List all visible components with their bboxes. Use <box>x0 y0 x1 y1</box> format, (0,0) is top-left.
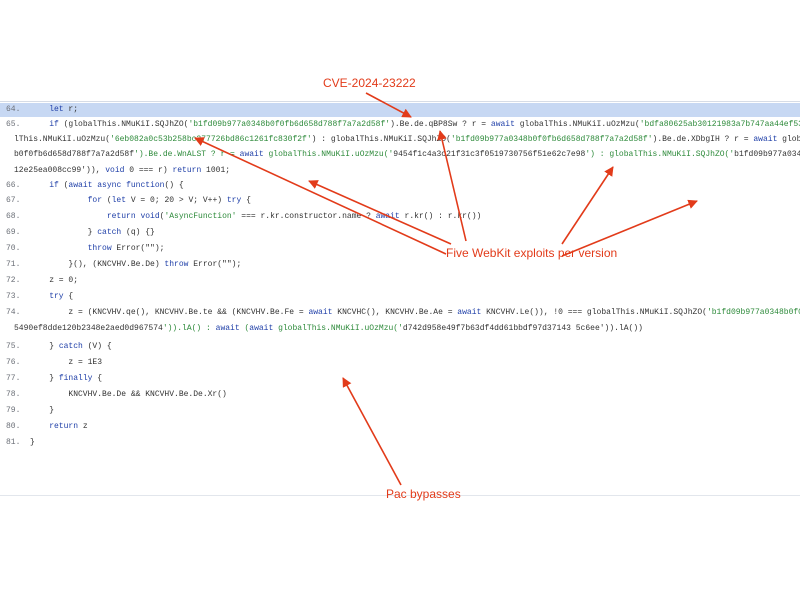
code-text: for (let V = 0; 20 > V; V++) try { <box>87 196 251 205</box>
code-line: 80. return z <box>0 420 800 434</box>
code-text: throw Error(""); <box>87 244 165 253</box>
code-line: 68. return void('AsyncFunction' === r.kr… <box>0 210 800 224</box>
code-viewer: 64. let r; 65. if (globalThis.NMuKiI.SQJh… <box>0 101 800 496</box>
annotation-pac-bypasses: Pac bypasses <box>386 487 461 501</box>
code-text: b0f0fb6d658d788f7a7a2d58f').Be.de.WnALST… <box>14 150 800 159</box>
code-line: 73. try { <box>0 290 800 304</box>
line-number: 73. <box>6 292 21 301</box>
line-number: 76. <box>6 358 21 367</box>
line-number: 74. <box>6 308 21 317</box>
code-text: try { <box>49 292 74 301</box>
line-number: 68. <box>6 212 21 221</box>
line-number: 66. <box>6 181 21 190</box>
code-line: b0f0fb6d658d788f7a7a2d58f').Be.de.WnALST… <box>0 148 800 162</box>
code-text: return z <box>49 422 88 431</box>
code-line: 74. z = (KNCVHV.qe(), KNCVHV.Be.te && (K… <box>0 306 800 320</box>
code-line: 77. } finally { <box>0 372 800 386</box>
code-text: } <box>30 406 55 415</box>
code-text: z = 0; <box>30 276 79 285</box>
line-number: 71. <box>6 260 21 269</box>
code-line: 78. KNCVHV.Be.De && KNCVHV.Be.De.Xr() <box>0 388 800 402</box>
code-line: 72. z = 0; <box>0 274 800 288</box>
code-line: 69. } catch (q) {} <box>0 226 800 240</box>
code-text: let r; <box>49 105 79 114</box>
code-line: 66. if (await async function() { <box>0 179 800 193</box>
code-text: if (await async function() { <box>49 181 184 190</box>
code-line: 81.} <box>0 436 800 450</box>
code-text: 12e25ea008cc99')), void 0 === r) return … <box>14 166 231 175</box>
code-text: z = 1E3 <box>30 358 103 367</box>
line-number: 69. <box>6 228 21 237</box>
code-text: } catch (q) {} <box>30 228 155 237</box>
code-text: KNCVHV.Be.De && KNCVHV.Be.De.Xr() <box>30 390 227 399</box>
line-number: 72. <box>6 276 21 285</box>
code-line: 76. z = 1E3 <box>0 356 800 370</box>
code-text: return void('AsyncFunction' === r.kr.con… <box>106 212 482 221</box>
code-line: 67. for (let V = 0; 20 > V; V++) try { <box>0 194 800 208</box>
code-line: 12e25ea008cc99')), void 0 === r) return … <box>0 164 800 178</box>
line-number: 80. <box>6 422 21 431</box>
code-line: 75. } catch (V) { <box>0 340 800 354</box>
code-text: } finally { <box>30 374 103 383</box>
annotation-webkit-exploits: Five WebKit exploits per version <box>446 246 618 260</box>
code-text: } <box>30 438 35 447</box>
line-number: 77. <box>6 374 21 383</box>
annotation-cve: CVE-2024-23222 <box>323 76 416 90</box>
code-line: 79. } <box>0 404 800 418</box>
code-text: if (globalThis.NMuKiI.SQJhZO('b1fd09b977… <box>49 120 800 129</box>
line-number: 70. <box>6 244 21 253</box>
code-text: 5490ef8dde120b2348e2aed0d967574')).lA() … <box>14 324 643 333</box>
line-number: 79. <box>6 406 21 415</box>
line-number: 67. <box>6 196 21 205</box>
code-text: }(), (KNCVHV.Be.De) throw Error(""); <box>30 260 242 269</box>
code-line: 70. throw Error(""); <box>0 242 800 256</box>
code-text: z = (KNCVHV.qe(), KNCVHV.Be.te && (KNCVH… <box>30 308 800 317</box>
code-line: 71. }(), (KNCVHV.Be.De) throw Error(""); <box>0 258 800 272</box>
code-line: lThis.NMuKiI.uOzMzu('6eb082a0c53b258bc27… <box>0 133 800 147</box>
code-text: lThis.NMuKiI.uOzMzu('6eb082a0c53b258bc27… <box>14 135 800 144</box>
line-number: 81. <box>6 438 21 447</box>
line-number: 64. <box>6 105 21 114</box>
line-number: 65. <box>6 120 21 129</box>
line-number: 75. <box>6 342 21 351</box>
code-line: 65. if (globalThis.NMuKiI.SQJhZO('b1fd09… <box>0 118 800 132</box>
code-line: 5490ef8dde120b2348e2aed0d967574')).lA() … <box>0 322 800 336</box>
code-line: 64. let r; <box>0 103 800 117</box>
code-text: } catch (V) { <box>30 342 112 351</box>
line-number: 78. <box>6 390 21 399</box>
